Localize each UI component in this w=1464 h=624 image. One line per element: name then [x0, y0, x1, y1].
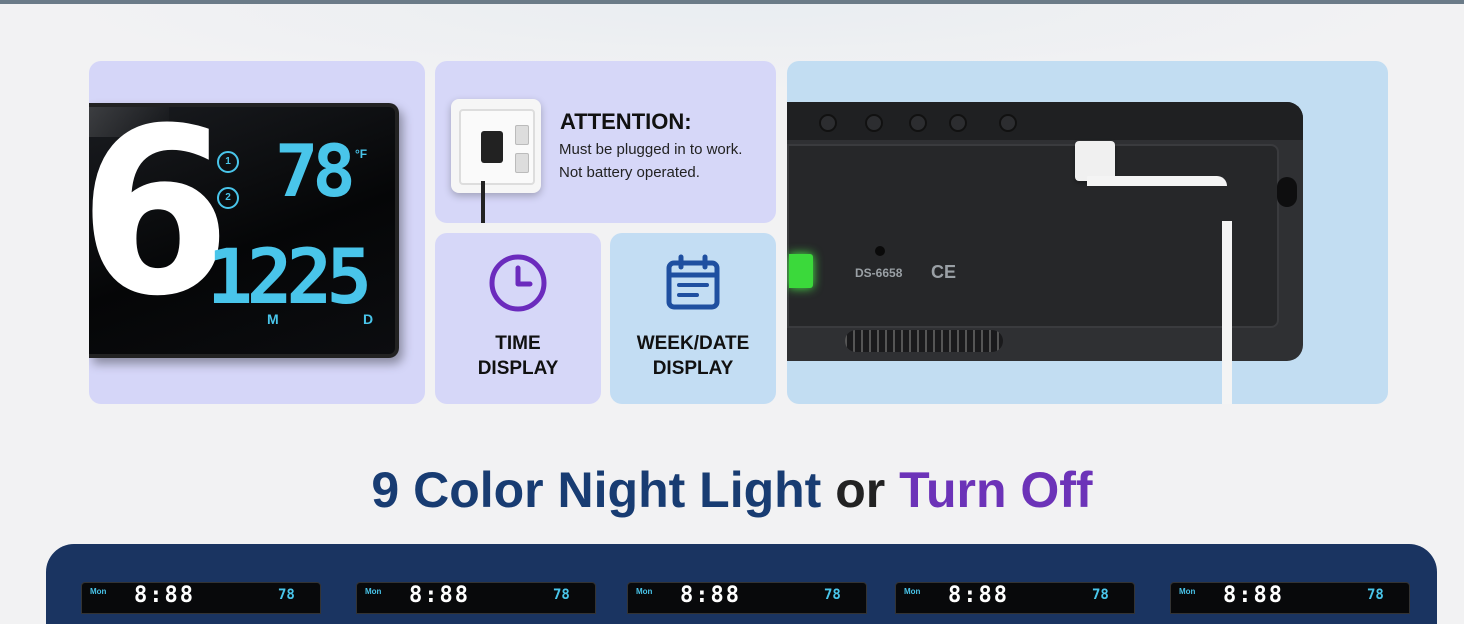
mini-clock-display: Mon 8:88 78	[895, 582, 1135, 614]
attention-line-2: Not battery operated.	[559, 164, 700, 181]
back-top-strip	[787, 102, 1303, 140]
wall-outlet-icon	[451, 99, 541, 193]
feature-week-date-display: WEEK/DATE DISPLAY	[610, 233, 776, 404]
temperature-unit: °F	[355, 147, 368, 161]
attention-line-1: Must be plugged in to work.	[559, 141, 743, 158]
mini-clock-display: Mon 8:88 78	[1170, 582, 1410, 614]
temperature-readout: 78	[275, 129, 356, 213]
reset-hole	[875, 246, 885, 256]
clock-display: 6 1 2 78 °F 1225 M D	[89, 99, 399, 358]
color-options-banner: Mon 8:88 78 Mon 8:88 78 Mon 8:88 78 Mon …	[46, 544, 1437, 624]
power-cord	[481, 181, 485, 223]
battery-cover: DS-6658 CE	[787, 144, 1279, 328]
date-readout: 1225	[207, 232, 372, 321]
power-cable	[1087, 176, 1227, 186]
night-light-heading: 9 Color Night Light or Turn Off	[0, 460, 1464, 520]
mini-clock-display: Mon 8:88 78	[356, 582, 596, 614]
power-cable-vertical	[1222, 221, 1232, 404]
attention-panel: ATTENTION: Must be plugged in to work. N…	[435, 61, 776, 223]
battery-indicator	[789, 254, 813, 288]
clock-icon	[489, 254, 547, 312]
alarm-1-icon: 1	[217, 151, 239, 173]
speaker-vent	[845, 330, 1003, 352]
heading-part-3: Turn Off	[899, 462, 1093, 518]
heading-part-2: or	[821, 462, 900, 518]
hanging-hole	[1277, 177, 1297, 207]
clock-back-panel: DS-6658 CE	[787, 61, 1388, 404]
feature-label: WEEK/DATE DISPLAY	[636, 333, 750, 379]
alarm-2-icon: 2	[217, 187, 239, 209]
clock-front-panel: 6 1 2 78 °F 1225 M D	[89, 61, 425, 404]
model-number: DS-6658	[855, 266, 903, 280]
mini-clock-display: Mon 8:88 78	[627, 582, 867, 614]
attention-title: ATTENTION:	[560, 109, 692, 134]
mini-clock-display: Mon 8:88 78	[81, 582, 321, 614]
ce-mark: CE	[931, 262, 957, 282]
day-label: D	[363, 311, 374, 327]
feature-label: TIME DISPLAY	[477, 333, 559, 379]
feature-time-display: TIME DISPLAY	[435, 233, 601, 404]
calendar-icon	[666, 254, 720, 310]
power-plug	[1075, 141, 1115, 181]
heading-part-1: 9 Color Night Light	[371, 462, 822, 518]
month-label: M	[267, 311, 279, 327]
